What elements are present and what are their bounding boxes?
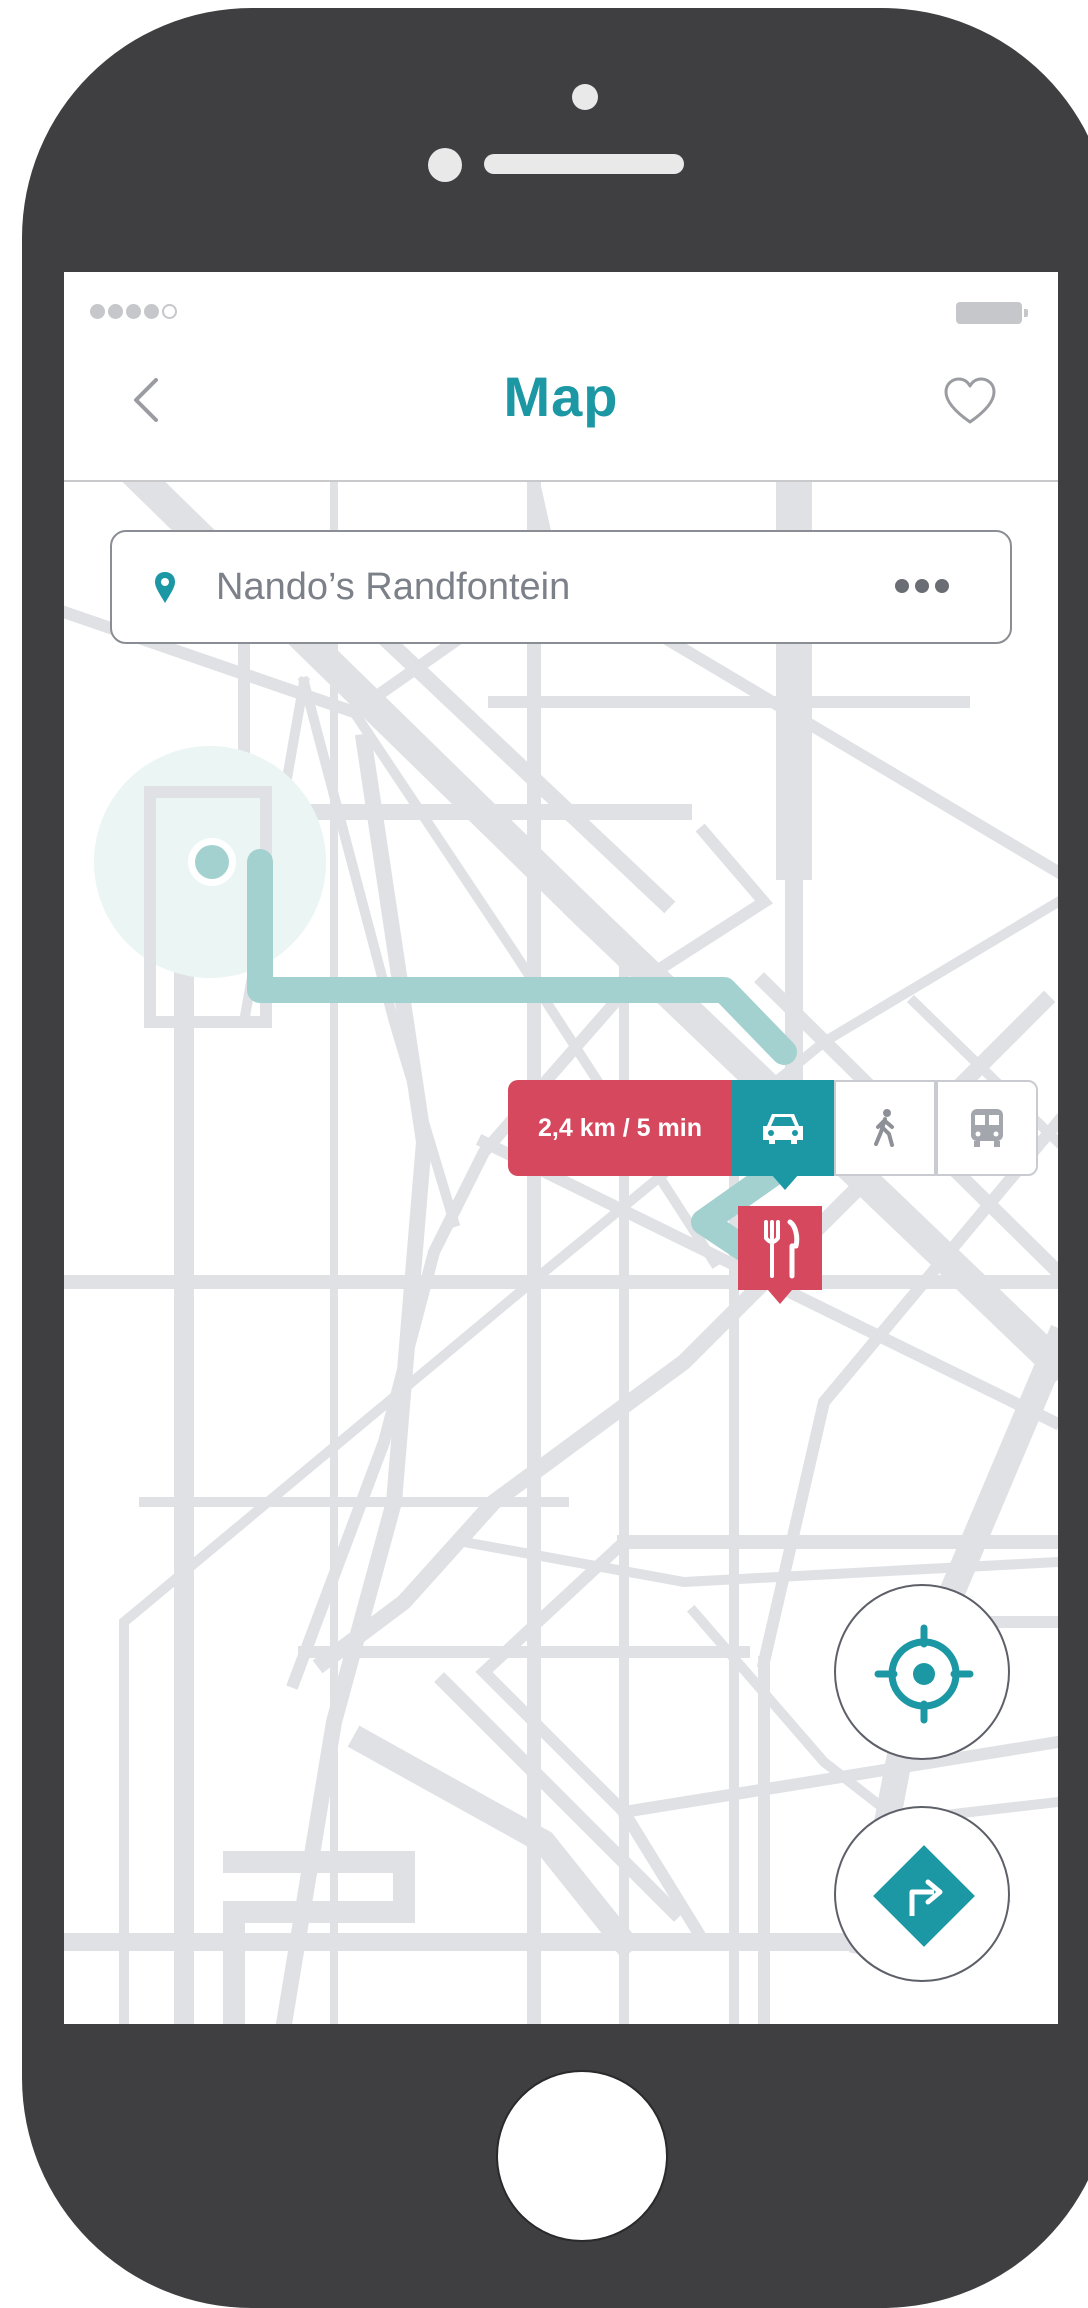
navigation-bar: Map (64, 324, 1058, 482)
directions-button[interactable] (834, 1806, 1010, 1982)
mode-car-button[interactable] (732, 1080, 834, 1190)
current-location-dot (195, 845, 229, 879)
earpiece-speaker (484, 154, 684, 174)
mode-transit-button[interactable] (936, 1080, 1038, 1176)
turn-right-icon (873, 1845, 975, 1947)
favorite-button[interactable] (940, 372, 1000, 432)
signal-dot (90, 304, 105, 319)
mode-walk-button[interactable] (834, 1080, 936, 1176)
search-bar[interactable]: Nando’s Randfontein (110, 530, 1012, 644)
route-summary-card: 2,4 km / 5 min (508, 1080, 1038, 1190)
page-title: Map (503, 365, 619, 428)
home-button[interactable] (496, 2070, 668, 2242)
restaurant-marker[interactable] (738, 1206, 822, 1304)
battery-icon (956, 302, 1028, 324)
search-value: Nando’s Randfontein (216, 566, 571, 608)
signal-dot (144, 304, 159, 319)
more-dots-icon[interactable] (892, 576, 952, 596)
distance-time-label: 2,4 km / 5 min (508, 1080, 732, 1176)
restaurant-icon (764, 1219, 800, 1279)
app-screen: Map Nando’s Randfontein 2,4 km / 5 min (64, 272, 1058, 2024)
signal-dot (108, 304, 123, 319)
walk-icon (874, 1109, 894, 1147)
map-view[interactable] (64, 460, 1058, 2024)
crosshair-icon (874, 1624, 974, 1724)
front-camera (572, 84, 598, 110)
heart-icon (944, 377, 996, 424)
car-icon (763, 1114, 803, 1144)
status-bar (64, 272, 1058, 324)
proximity-sensor (428, 148, 462, 182)
signal-dot-empty (162, 304, 177, 319)
bus-icon (971, 1109, 1003, 1147)
locate-me-button[interactable] (834, 1584, 1010, 1760)
location-pin-icon (155, 572, 175, 603)
signal-dot (126, 304, 141, 319)
map-roads (64, 460, 1058, 2024)
